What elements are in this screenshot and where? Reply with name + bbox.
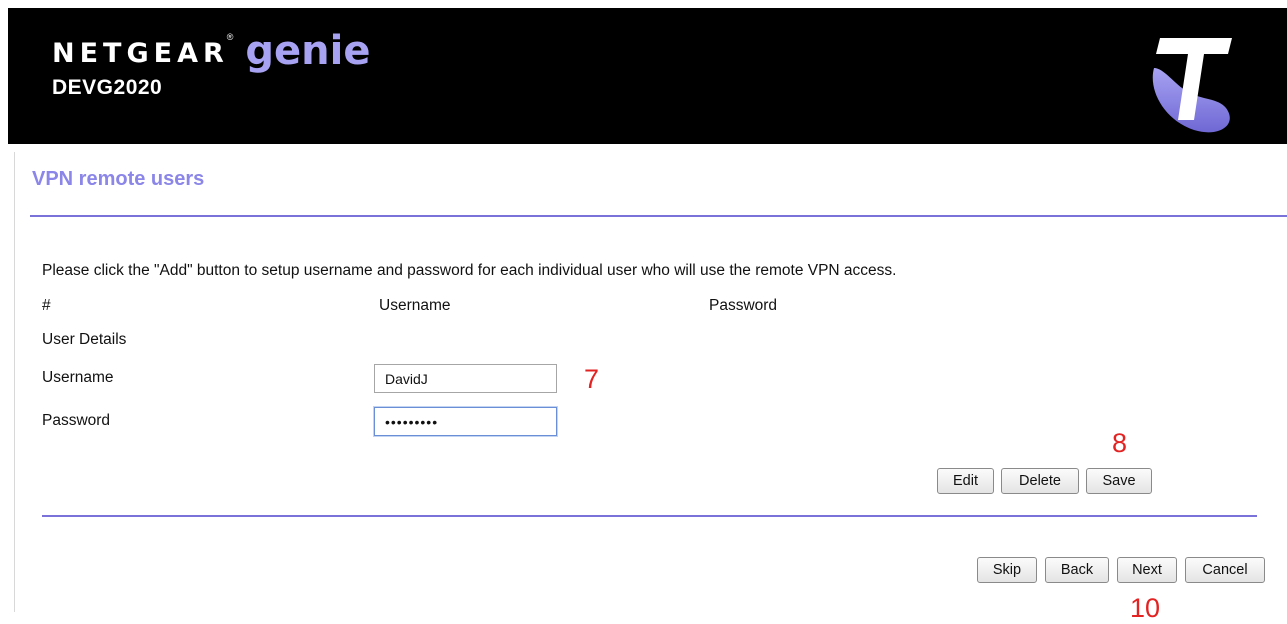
save-button[interactable]: Save (1086, 468, 1152, 494)
column-header-password: Password (709, 297, 778, 314)
password-input[interactable] (374, 407, 557, 436)
next-button[interactable]: Next (1117, 557, 1177, 583)
username-input[interactable] (374, 364, 557, 393)
column-header-username: Username (379, 297, 451, 314)
brand-trademark: ® (226, 32, 234, 42)
divider-bottom (42, 515, 1257, 517)
header-bar: NETGEAR® genie DEVG2020 (8, 8, 1287, 144)
cancel-button[interactable]: Cancel (1185, 557, 1265, 583)
annotation-step-7: 7 (584, 364, 600, 394)
netgear-genie-logo: NETGEAR® genie (52, 26, 371, 74)
content-left-border (14, 152, 15, 612)
back-button[interactable]: Back (1045, 557, 1109, 583)
column-header-number: # (42, 297, 51, 314)
edit-button[interactable]: Edit (937, 468, 994, 494)
user-details-heading: User Details (42, 331, 127, 348)
skip-button[interactable]: Skip (977, 557, 1037, 583)
model-name: DEVG2020 (52, 76, 163, 99)
annotation-step-8: 8 (1112, 428, 1128, 458)
delete-button[interactable]: Delete (1001, 468, 1079, 494)
divider-top (30, 215, 1287, 217)
telstra-logo-icon (1142, 28, 1238, 136)
password-label: Password (42, 412, 111, 429)
username-label: Username (42, 369, 114, 386)
page-title: VPN remote users (32, 168, 205, 190)
annotation-step-10: 10 (1130, 593, 1161, 623)
brand-name: NETGEAR (52, 38, 229, 69)
product-name: genie (245, 28, 371, 74)
instruction-text: Please click the "Add" button to setup u… (42, 262, 897, 279)
content-panel (14, 152, 1287, 612)
